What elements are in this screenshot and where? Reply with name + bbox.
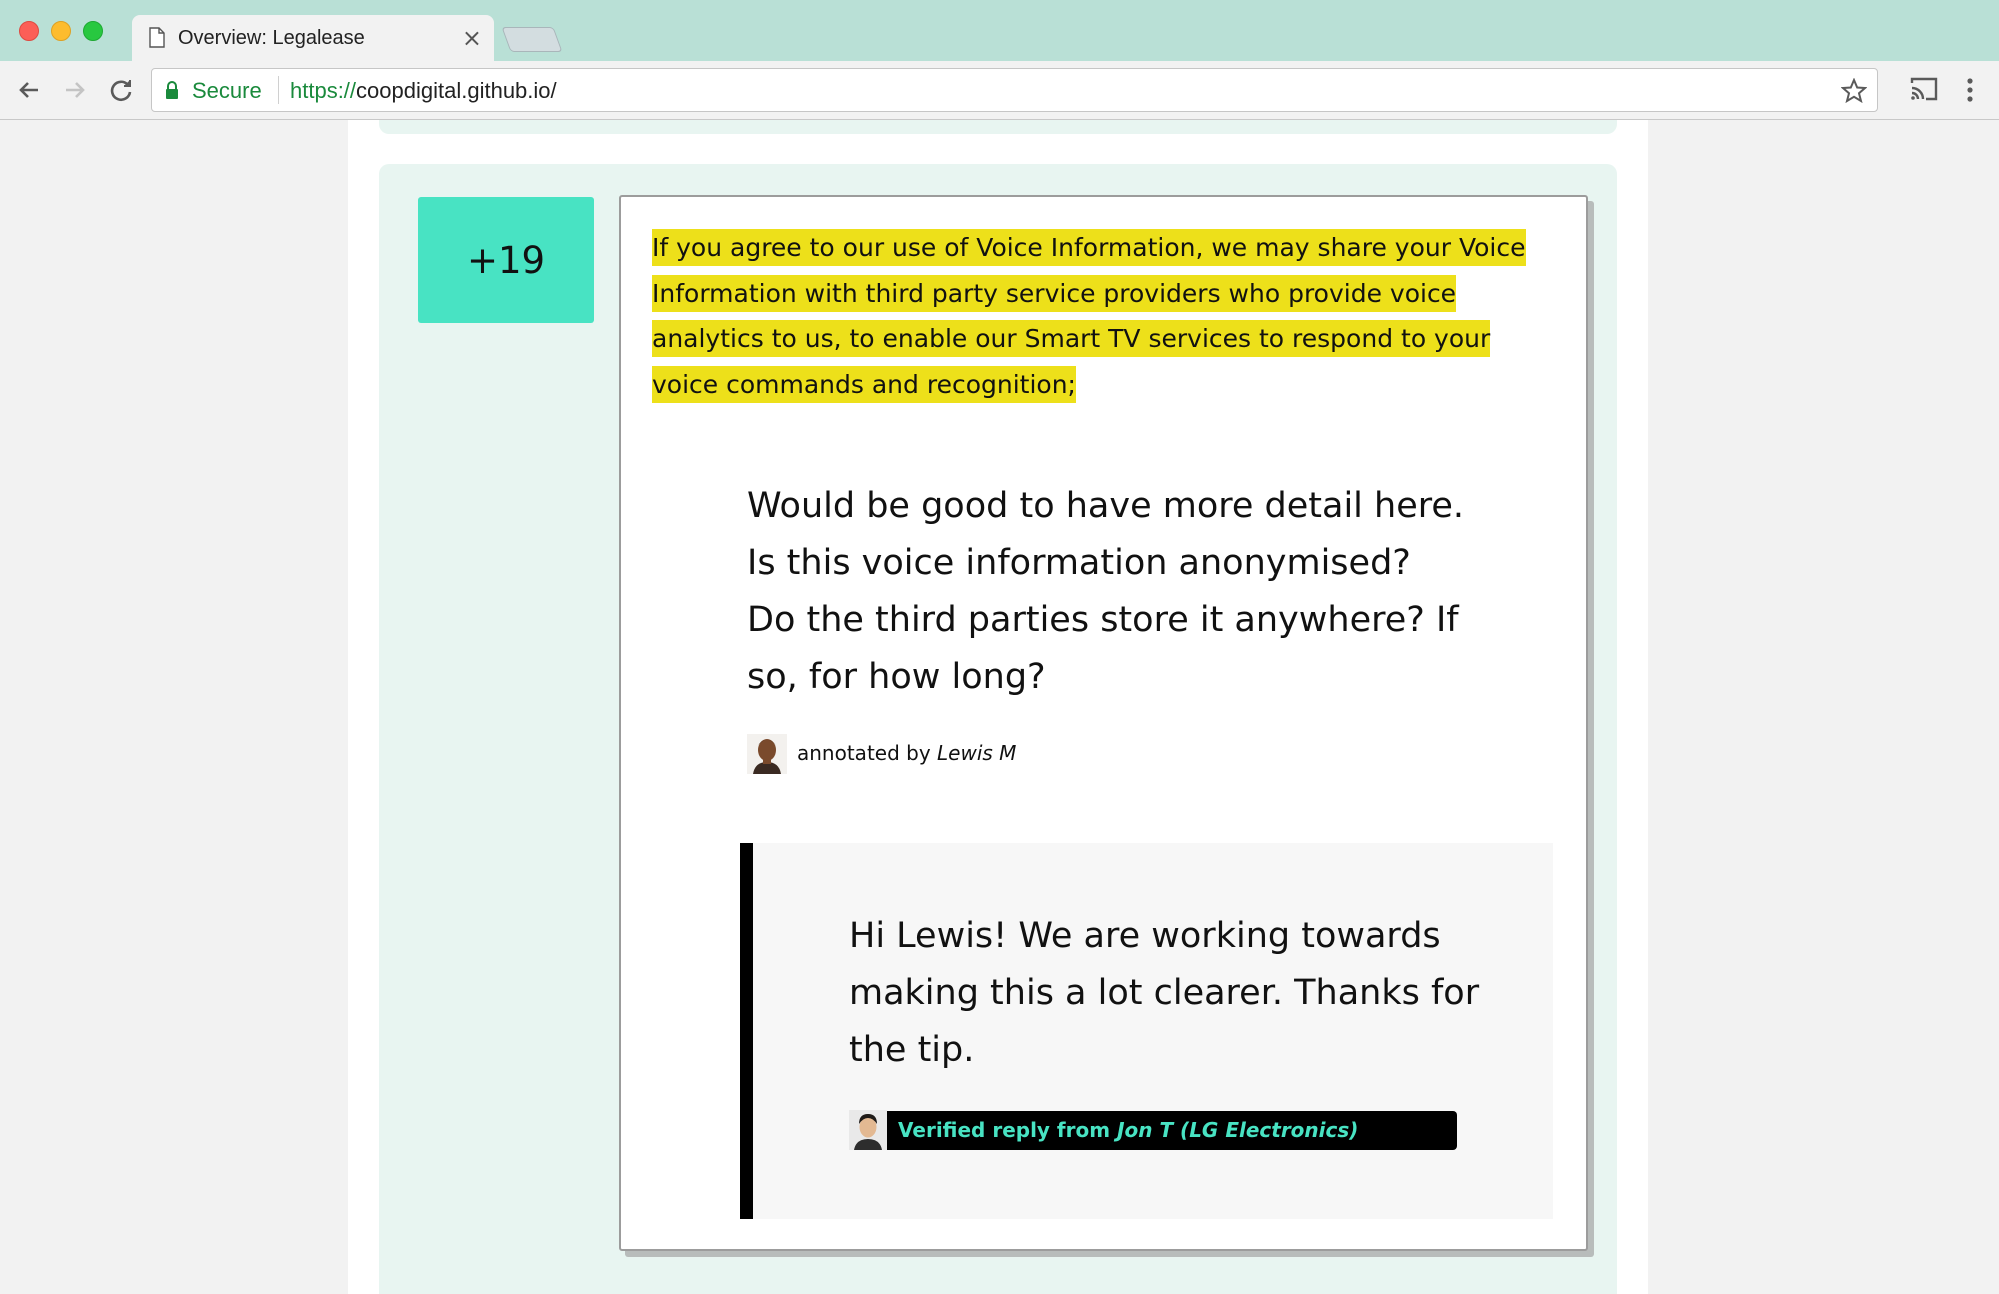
annotator-name[interactable]: Lewis M bbox=[937, 741, 1016, 765]
clause-text: If you agree to our use of Voice Informa… bbox=[652, 229, 1526, 403]
browser-titlebar: Overview: Legalease × bbox=[0, 0, 1999, 61]
new-tab-button[interactable] bbox=[501, 27, 563, 52]
tab-close-button[interactable]: × bbox=[462, 24, 482, 52]
annotated-by: annotated by Lewis M bbox=[797, 741, 1016, 765]
reload-button[interactable] bbox=[106, 75, 136, 105]
previous-annotation-card bbox=[379, 120, 1617, 134]
forward-button[interactable] bbox=[60, 75, 90, 105]
annotated-by-prefix: annotated by bbox=[797, 741, 931, 765]
annotation-comment: Would be good to have more detail here. … bbox=[747, 486, 1465, 697]
minimize-window-icon[interactable] bbox=[51, 21, 71, 41]
reply-accent-bar bbox=[740, 843, 753, 1219]
reload-icon bbox=[110, 80, 132, 102]
address-bar[interactable]: Secure https://coopdigital.github.io/ bbox=[151, 68, 1878, 112]
forward-arrow-icon bbox=[66, 82, 85, 98]
url-text[interactable]: https://coopdigital.github.io/ bbox=[290, 78, 557, 104]
document-icon bbox=[149, 27, 165, 48]
reply-text: Hi Lewis! We are working towards making … bbox=[849, 916, 1480, 1070]
vote-score[interactable]: +19 bbox=[418, 197, 594, 323]
browser-toolbar: Secure https://coopdigital.github.io/ bbox=[0, 61, 1999, 120]
highlighted-clause: If you agree to our use of Voice Informa… bbox=[652, 225, 1542, 407]
url-host: coopdigital.github.io/ bbox=[356, 78, 557, 103]
back-button[interactable] bbox=[14, 75, 44, 105]
back-arrow-icon bbox=[19, 82, 38, 98]
url-scheme: https:// bbox=[290, 78, 357, 103]
verified-prefix: Verified reply from bbox=[898, 1118, 1111, 1142]
maximize-window-icon[interactable] bbox=[83, 21, 103, 41]
more-vert-icon[interactable] bbox=[1960, 75, 1980, 105]
cast-icon[interactable] bbox=[1909, 75, 1939, 103]
tab-title: Overview: Legalease bbox=[178, 27, 365, 49]
secure-label: Secure bbox=[192, 78, 262, 103]
avatar-jon bbox=[849, 1110, 887, 1150]
lock-icon bbox=[166, 81, 178, 99]
avatar-lewis bbox=[747, 734, 787, 774]
address-divider bbox=[278, 76, 279, 104]
verified-name[interactable]: Jon T (LG Electronics) bbox=[1117, 1118, 1358, 1142]
star-icon[interactable] bbox=[1841, 78, 1867, 104]
close-window-icon[interactable] bbox=[19, 21, 39, 41]
verified-reply-badge: Verified reply from Jon T (LG Electronic… bbox=[887, 1111, 1457, 1150]
browser-tab[interactable]: Overview: Legalease × bbox=[132, 15, 494, 61]
